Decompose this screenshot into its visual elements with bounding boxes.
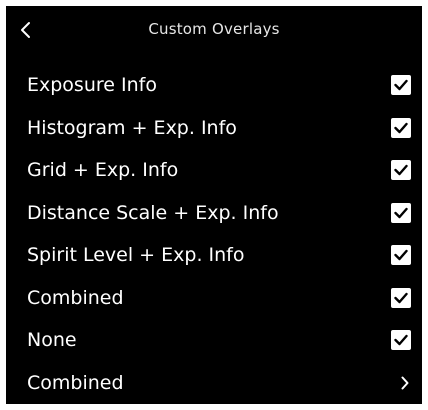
overlay-option-label: None <box>27 329 77 352</box>
overlay-checkbox[interactable] <box>391 245 411 266</box>
checkmark-icon <box>394 292 408 303</box>
overlay-option-label: Distance Scale + Exp. Info <box>27 201 279 224</box>
overlay-checkbox[interactable] <box>391 117 411 138</box>
overlay-option-label: Exposure Info <box>27 74 157 97</box>
checkmark-icon <box>394 250 408 261</box>
overlay-option-grid[interactable]: Grid + Exp. Info <box>6 149 422 192</box>
checkmark-icon <box>394 165 408 176</box>
overlay-option-combined[interactable]: Combined <box>6 277 422 320</box>
checkmark-icon <box>394 207 408 218</box>
checkmark-icon <box>394 122 408 133</box>
overlay-checkbox[interactable] <box>391 287 411 308</box>
overlay-checkbox[interactable] <box>391 202 411 223</box>
header-bar: Custom Overlays <box>6 6 422 56</box>
combined-settings-link[interactable]: Combined <box>6 362 422 405</box>
overlay-option-none[interactable]: None <box>6 319 422 362</box>
overlay-option-label: Histogram + Exp. Info <box>27 116 237 139</box>
overlay-options-list: Exposure Info Histogram + Exp. Info Grid… <box>6 64 422 404</box>
overlay-option-label: Spirit Level + Exp. Info <box>27 244 245 267</box>
overlay-option-distance-scale[interactable]: Distance Scale + Exp. Info <box>6 192 422 235</box>
overlay-option-histogram[interactable]: Histogram + Exp. Info <box>6 107 422 150</box>
overlay-checkbox[interactable] <box>391 330 411 351</box>
overlay-option-exposure-info[interactable]: Exposure Info <box>6 64 422 107</box>
overlay-checkbox[interactable] <box>391 160 411 181</box>
chevron-right-icon <box>399 375 411 391</box>
overlay-option-label: Grid + Exp. Info <box>27 159 179 182</box>
combined-settings-label: Combined <box>27 371 124 394</box>
checkmark-icon <box>394 80 408 91</box>
page-title: Custom Overlays <box>148 20 280 38</box>
overlay-option-spirit-level[interactable]: Spirit Level + Exp. Info <box>6 234 422 277</box>
overlay-option-label: Combined <box>27 286 124 309</box>
overlay-checkbox[interactable] <box>391 75 411 96</box>
checkmark-icon <box>394 335 408 346</box>
custom-overlays-screen: Custom Overlays Exposure Info Histogram … <box>6 6 422 404</box>
